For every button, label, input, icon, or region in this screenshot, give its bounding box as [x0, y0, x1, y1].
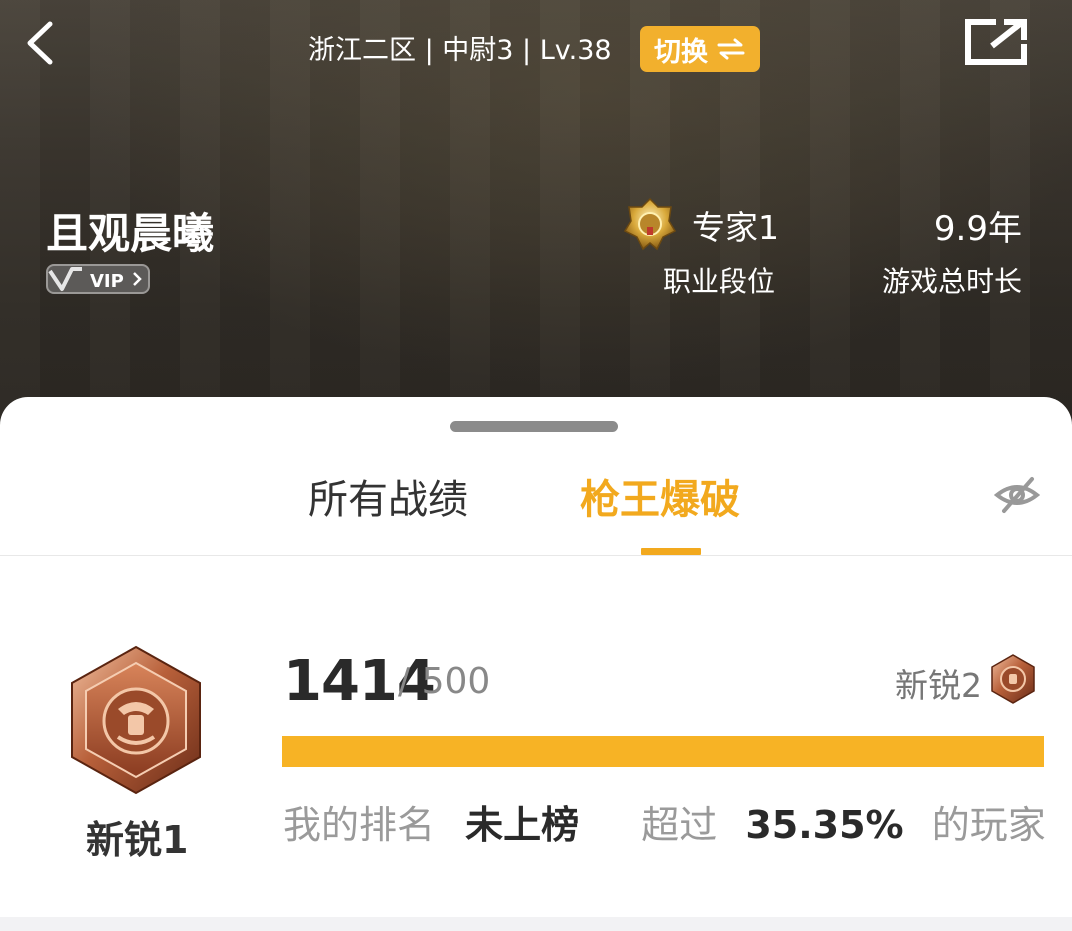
tab-sniper-demolition[interactable]: 枪王爆破: [580, 467, 740, 525]
exceed-label: 超过: [641, 803, 718, 847]
footer-band: [0, 917, 1072, 931]
username: 且观晨曦: [46, 209, 215, 258]
back-button[interactable]: [20, 18, 70, 68]
share-icon: [965, 19, 1027, 65]
hide-button[interactable]: [993, 475, 1041, 515]
drag-handle[interactable]: [450, 421, 618, 432]
tab-all-records[interactable]: 所有战绩: [308, 467, 468, 525]
next-rank-medal-icon: [990, 654, 1036, 704]
switch-label: 切换: [654, 36, 708, 68]
rank-medal-icon: [623, 197, 677, 251]
swap-icon: [717, 38, 745, 60]
ranking-row: 我的排名 未上榜 超过 35.35% 的玩家: [283, 794, 1046, 849]
current-rank-medal-icon: [68, 645, 204, 795]
next-rank-label: 新锐2: [895, 666, 982, 705]
exceed-value: 35.35%: [745, 803, 904, 847]
score-total: / 500: [398, 661, 491, 702]
share-button[interactable]: [962, 16, 1030, 68]
switch-button[interactable]: 切换: [640, 26, 760, 72]
svg-text:VIP: VIP: [90, 271, 124, 292]
rank-label: 职业段位: [663, 265, 776, 298]
chevron-left-icon: [27, 21, 53, 65]
ranking-value: 未上榜: [465, 803, 580, 847]
vip-badge[interactable]: VIP: [46, 263, 152, 295]
exceed-suffix: 的玩家: [931, 803, 1046, 847]
progress-fill: [282, 736, 1044, 767]
eye-off-icon: [993, 477, 1041, 513]
playtime-label: 游戏总时长: [881, 265, 1022, 298]
progress-bar: [282, 736, 1044, 767]
profile-header: 浙江二区 | 中尉3 | Lv.38 切换 且观晨曦 VIP 专家1 职业段位 …: [0, 0, 1072, 440]
tab-divider: [0, 555, 1072, 556]
playtime-value: 9.9年: [933, 209, 1022, 249]
server-info: 浙江二区 | 中尉3 | Lv.38: [308, 35, 612, 66]
ranking-label: 我的排名: [283, 803, 436, 847]
rank-value: 专家1: [692, 208, 779, 247]
cf-vip-logo-icon: VIP: [46, 264, 150, 294]
stats-sheet: 所有战绩 枪王爆破 新锐1 1414 / 500 新锐2 我的排名 未上榜 超过…: [0, 397, 1072, 917]
current-rank-label: 新锐1: [86, 818, 189, 862]
active-tab-indicator: [641, 548, 701, 555]
